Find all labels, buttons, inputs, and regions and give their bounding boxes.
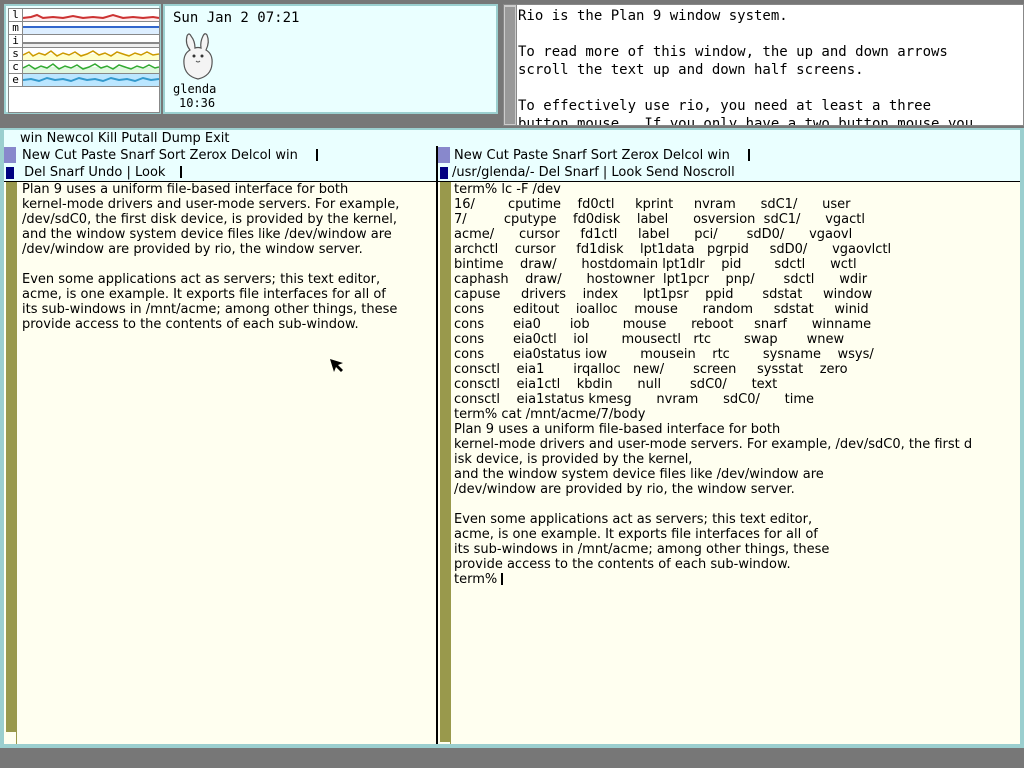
window-handle[interactable] [6,167,14,179]
acme-window[interactable]: win Newcol Kill Putall Dump Exit New Cut… [0,128,1024,748]
stats-row-memory: m [9,22,159,35]
right-scrollbar[interactable] [440,182,451,744]
right-column-tag[interactable]: New Cut Paste Snarf Sort Zerox Delcol wi… [438,147,1020,165]
stats-row-ether: e [9,74,159,87]
rio-help-text[interactable]: Rio is the Plan 9 window system. To read… [518,7,973,125]
acme-frame: win Newcol Kill Putall Dump Exit New Cut… [4,130,1020,744]
text-cursor [748,149,750,161]
mouse-pointer-icon [330,359,343,372]
acme-main-tag[interactable]: win Newcol Kill Putall Dump Exit [4,130,1020,148]
scroll-thumb[interactable] [6,182,16,732]
stats-row-context: c [9,61,159,74]
memory-graph [23,26,159,34]
scroll-thumb[interactable] [505,7,515,124]
left-window-body[interactable]: Plan 9 uses a uniform file-based interfa… [22,182,434,332]
window-handle[interactable] [440,167,448,179]
left-scrollbar[interactable] [6,182,17,744]
text-cursor [501,573,503,585]
left-column-tag-text[interactable]: New Cut Paste Snarf Sort Zerox Delcol wi… [22,147,298,164]
stats-label: i [9,35,23,47]
scrollbar[interactable] [504,5,517,125]
column-separator [436,146,438,744]
right-window-tag[interactable]: /usr/glenda/- Del Snarf | Look Send Nosc… [438,164,1020,182]
clock-window[interactable]: Sun Jan 2 07:21 glenda 10:36 [163,4,498,114]
main-tag-text[interactable]: win Newcol Kill Putall Dump Exit [20,130,230,147]
stats-row-load: l [9,9,159,22]
clock-text: Sun Jan 2 07:21 [173,10,300,26]
left-column-tag[interactable]: New Cut Paste Snarf Sort Zerox Delcol wi… [4,147,436,165]
face-name: glenda [173,82,217,96]
stats-label: l [9,9,23,21]
ether-graph [23,74,159,86]
left-window-tag[interactable]: Del Snarf Undo | Look [4,164,436,182]
glenda-bunny-icon [183,33,213,80]
stats-label: c [9,61,23,73]
context-graph [23,63,159,73]
syscall-graph [23,50,159,60]
right-window-tag-text[interactable]: /usr/glenda/- Del Snarf | Look Send Nosc… [452,164,735,181]
stats-row-syscall: s [9,48,159,61]
stats-panel: l m i s c e [8,8,160,113]
load-graph [23,13,159,21]
left-window-tag-text[interactable]: Del Snarf Undo | Look [20,164,170,181]
stats-label: s [9,48,23,60]
stats-window[interactable]: l m i s c e [4,4,161,114]
stats-label: e [9,74,23,86]
text-cursor [180,166,182,178]
scroll-thumb[interactable] [440,182,450,742]
stats-row-intr: i [9,35,159,48]
column-handle[interactable] [438,147,450,163]
column-handle[interactable] [4,147,16,163]
right-window-body[interactable]: term% lc -F /dev 16/ cputime fd0ctl kpri… [454,182,1020,587]
text-cursor [316,149,318,161]
face-time: 10:36 [179,96,216,110]
rio-help-window[interactable]: Rio is the Plan 9 window system. To read… [503,4,1024,126]
stats-label: m [9,22,23,34]
desktop-background[interactable] [0,748,1024,768]
right-column-tag-text[interactable]: New Cut Paste Snarf Sort Zerox Delcol wi… [454,147,730,164]
interrupt-graph [23,42,159,47]
